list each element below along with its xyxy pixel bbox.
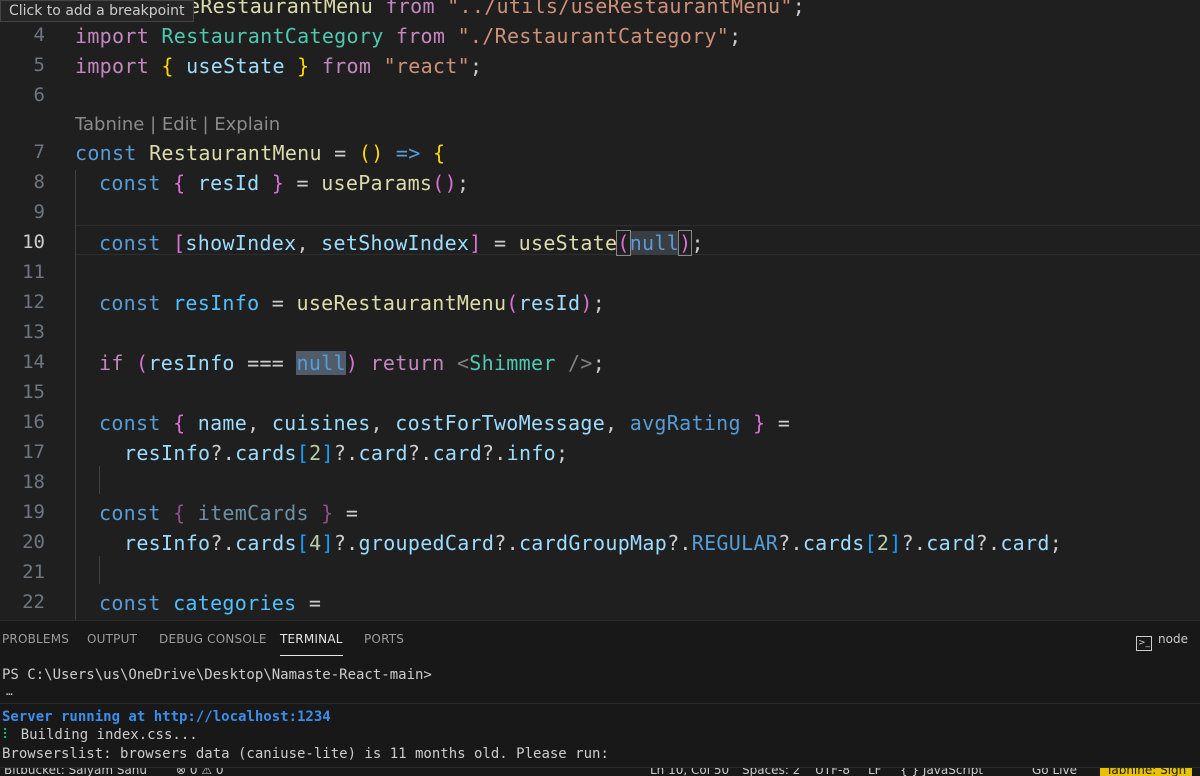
line-number[interactable]: 12 xyxy=(0,291,45,313)
line-number[interactable]: 8 xyxy=(0,171,45,193)
line-number[interactable]: 15 xyxy=(0,381,45,403)
terminal-server-line: Server running at http://localhost:1234 xyxy=(2,709,331,725)
tab-ports[interactable]: PORTS xyxy=(364,632,404,646)
code-line: 14 if (resInfo === null) return <Shimmer… xyxy=(0,347,1200,377)
line-number[interactable]: 7 xyxy=(0,141,45,163)
terminal-selector[interactable]: >_ node xyxy=(1136,632,1188,651)
code-line: 6 xyxy=(0,80,1200,110)
bottom-panel: PROBLEMS OUTPUT DEBUG CONSOLE TERMINAL P… xyxy=(0,620,1200,776)
code-line: 21 xyxy=(0,557,1200,587)
terminal-browserslist-line: Browserslist: browsers data (caniuse-lit… xyxy=(2,746,609,762)
terminal-building-line: ⠇ Building index.css... xyxy=(2,727,198,743)
tab-output[interactable]: OUTPUT xyxy=(87,632,137,646)
line-number[interactable]: 21 xyxy=(0,561,45,583)
line-number[interactable]: 6 xyxy=(0,84,45,106)
tab-problems[interactable]: PROBLEMS xyxy=(2,632,69,646)
spinner-icon: ⠇ xyxy=(2,727,13,743)
line-number[interactable]: 11 xyxy=(0,261,45,283)
line-number[interactable]: 18 xyxy=(0,471,45,493)
code-line-active: 10 const [showIndex, setShowIndex] = use… xyxy=(0,227,1200,257)
line-number[interactable]: 22 xyxy=(0,591,45,613)
code-line: 8 const { resId } = useParams(); xyxy=(0,167,1200,197)
code-line: 7 const RestaurantMenu = () => { xyxy=(0,137,1200,167)
code-line: 22 const categories = xyxy=(0,587,1200,617)
terminal-ellipsis: … xyxy=(6,685,13,698)
code-line: 4 import RestaurantCategory from "./Rest… xyxy=(0,20,1200,50)
code-line: 19 const { itemCards } = xyxy=(0,497,1200,527)
line-number[interactable]: 4 xyxy=(0,24,45,46)
code-editor[interactable]: eRestaurantMenu from "../utils/useRestau… xyxy=(0,0,1200,620)
divider xyxy=(0,703,1200,704)
code-line: 20 resInfo?.cards[4]?.groupedCard?.cardG… xyxy=(0,527,1200,557)
terminal-prompt: PS C:\Users\us\OneDrive\Desktop\Namaste-… xyxy=(2,667,432,683)
code-line: 5 import { useState } from "react"; xyxy=(0,50,1200,80)
line-number[interactable]: 14 xyxy=(0,351,45,373)
code-line: 15 xyxy=(0,377,1200,407)
code-line: 18 xyxy=(0,467,1200,497)
panel-tabs: PROBLEMS OUTPUT DEBUG CONSOLE TERMINAL P… xyxy=(0,621,1200,661)
line-number[interactable]: 13 xyxy=(0,321,45,343)
line-number[interactable]: 19 xyxy=(0,501,45,523)
line-number[interactable]: 16 xyxy=(0,411,45,433)
line-number[interactable]: 5 xyxy=(0,54,45,76)
code-line: 16 const { name, cuisines, costForTwoMes… xyxy=(0,407,1200,437)
line-number[interactable]: 9 xyxy=(0,201,45,223)
tab-terminal[interactable]: TERMINAL xyxy=(280,632,343,656)
terminal-name: node xyxy=(1158,632,1188,646)
line-number[interactable]: 17 xyxy=(0,441,45,463)
terminal-icon: >_ xyxy=(1136,636,1153,651)
breakpoint-tooltip: Click to add a breakpoint xyxy=(0,0,194,22)
line-number[interactable]: 20 xyxy=(0,531,45,553)
code-line: 12 const resInfo = useRestaurantMenu(res… xyxy=(0,287,1200,317)
tabnine-codelens[interactable]: Tabnine | Edit | Explain xyxy=(75,114,280,135)
code-line: 17 resInfo?.cards[2]?.card?.card?.info; xyxy=(0,437,1200,467)
code-line: 9 xyxy=(0,197,1200,227)
code-line: 13 xyxy=(0,317,1200,347)
code-line: 11 xyxy=(0,257,1200,287)
line-number[interactable]: 10 xyxy=(0,231,45,253)
tab-debug-console[interactable]: DEBUG CONSOLE xyxy=(159,632,267,646)
